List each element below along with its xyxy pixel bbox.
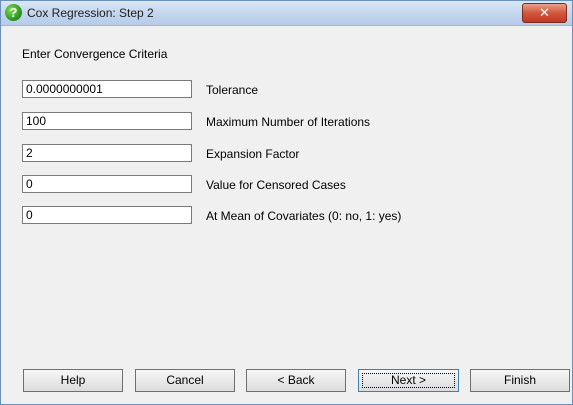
close-button[interactable]: ✕ <box>522 3 567 23</box>
max-iterations-label: Maximum Number of Iterations <box>206 115 371 129</box>
section-title: Enter Convergence Criteria <box>22 47 168 61</box>
next-button[interactable]: Next > <box>358 369 459 392</box>
expansion-factor-input[interactable]: 2 <box>22 144 192 162</box>
mean-covariates-input[interactable]: 0 <box>22 206 192 224</box>
help-icon: ? <box>5 4 22 21</box>
back-button-label: < Back <box>277 373 315 387</box>
next-button-label: Next > <box>390 373 426 387</box>
finish-button-label: Finish <box>503 373 536 387</box>
title-bar[interactable]: ? Cox Regression: Step 2 ✕ <box>1 1 572 26</box>
cancel-button[interactable]: Cancel <box>135 369 235 392</box>
dialog-window: ? Cox Regression: Step 2 ✕ Enter Converg… <box>0 0 573 405</box>
cancel-button-label: Cancel <box>166 373 204 387</box>
finish-button[interactable]: Finish <box>470 369 570 392</box>
expansion-factor-label: Expansion Factor <box>206 147 300 161</box>
tolerance-input[interactable]: 0.0000000001 <box>22 80 192 98</box>
help-button[interactable]: Help <box>23 369 123 392</box>
tolerance-label: Tolerance <box>206 83 259 97</box>
censored-value-input[interactable]: 0 <box>22 175 192 193</box>
censored-value-label: Value for Censored Cases <box>206 178 346 192</box>
max-iterations-input[interactable]: 100 <box>22 112 192 130</box>
mean-covariates-label: At Mean of Covariates (0: no, 1: yes) <box>206 209 402 223</box>
window-title: Cox Regression: Step 2 <box>27 6 154 20</box>
help-button-label: Help <box>60 373 86 387</box>
back-button[interactable]: < Back <box>246 369 346 392</box>
